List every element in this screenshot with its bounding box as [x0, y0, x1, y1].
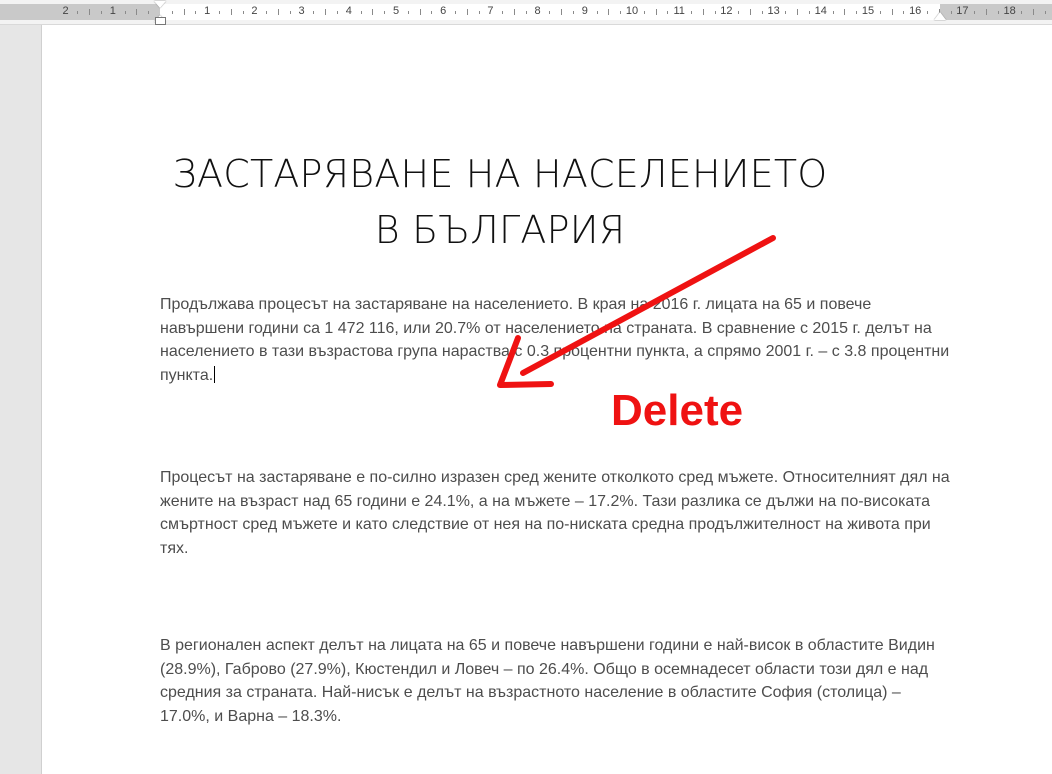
ruler-tick — [750, 9, 751, 15]
ruler-tick — [230, 9, 232, 15]
ruler-tick — [809, 11, 810, 14]
ruler-number: 1 — [204, 5, 211, 17]
ruler-tick — [525, 11, 527, 14]
ruler-tick — [431, 11, 433, 14]
ruler-tick — [337, 11, 338, 14]
ruler-tick — [89, 9, 91, 15]
ruler-tick — [325, 9, 327, 15]
ruler-tick — [856, 11, 858, 14]
ruler-tick — [608, 9, 610, 15]
ruler-tick — [844, 9, 846, 15]
ruler-tick — [313, 11, 315, 14]
ruler-number: 11 — [673, 5, 685, 17]
ruler-tick — [997, 11, 999, 14]
first-line-indent-marker[interactable] — [154, 1, 166, 8]
ruler-tick — [738, 11, 740, 14]
ruler-tick — [514, 9, 515, 15]
ruler-tick — [573, 11, 574, 14]
ruler-tick — [596, 11, 598, 14]
document-title[interactable]: ЗАСТАРЯВАНЕ НА НАСЕЛЕНИЕТО В БЪЛГАРИЯ — [160, 146, 840, 258]
ruler-tick — [195, 11, 197, 14]
ruler-number: 13 — [767, 5, 780, 17]
ruler-tick — [148, 11, 150, 14]
ruler-tick — [289, 11, 291, 14]
ruler-tick — [278, 9, 279, 15]
paragraph-2[interactable]: Процесът на застаряване е по-силно израз… — [160, 466, 950, 560]
paragraph-1-text: Продължава процесът на застаряване на на… — [160, 296, 950, 384]
right-indent-marker[interactable] — [934, 12, 946, 20]
ruler-tick — [1021, 11, 1023, 14]
ruler-tick — [667, 11, 669, 14]
ruler-tick — [384, 11, 386, 14]
ruler-number: 18 — [1003, 5, 1016, 17]
ruler-tick — [761, 11, 763, 14]
ruler-number: 12 — [720, 5, 733, 17]
ruler-number: 14 — [814, 5, 827, 17]
paragraph-3[interactable]: В регионален аспект делът на лицата на 6… — [160, 634, 950, 728]
text-cursor — [214, 365, 216, 383]
ruler-tick — [372, 9, 374, 15]
ruler-tick — [620, 11, 622, 14]
ruler-tick — [1045, 11, 1046, 14]
ruler-number: 10 — [625, 5, 639, 17]
ruler-number: 17 — [956, 5, 969, 17]
ruler-tick — [974, 11, 976, 14]
ruler-number: 5 — [392, 5, 400, 17]
ruler-number: 1 — [109, 5, 116, 17]
ruler-number: 7 — [487, 5, 494, 17]
ruler-tick — [124, 11, 126, 14]
horizontal-ruler[interactable]: 2 1 1 2 3 4 5 6 7 8 9 10 11 12 13 14 15 16 17 18 — [0, 0, 1052, 25]
ruler-tick — [702, 9, 704, 15]
ruler-tick — [691, 11, 692, 14]
ruler-tick — [455, 11, 456, 14]
ruler-tick — [714, 11, 716, 14]
ruler-tick — [549, 11, 551, 14]
ruler-tick — [1033, 9, 1035, 15]
ruler-tick — [986, 9, 987, 15]
ruler-tick — [797, 9, 799, 15]
ruler-tick — [219, 11, 220, 14]
ruler-tick — [561, 9, 563, 15]
ruler-tick — [643, 11, 645, 14]
ruler-tick — [655, 9, 657, 15]
left-indent-marker[interactable] — [155, 17, 166, 25]
ruler-tick — [903, 11, 905, 14]
ruler-tick — [466, 9, 468, 15]
ruler-number: 8 — [534, 5, 541, 17]
ruler-tick — [242, 11, 244, 14]
ruler-tick — [478, 11, 480, 14]
ruler-tick — [950, 11, 952, 14]
ruler-number: 15 — [861, 5, 875, 17]
ruler-tick — [266, 11, 268, 14]
ruler-tick — [502, 11, 504, 14]
ruler-tick — [785, 11, 787, 14]
ruler-tick — [101, 11, 102, 14]
delete-annotation-label: Delete — [611, 386, 744, 435]
ruler-number: 9 — [581, 5, 588, 17]
ruler-tick — [136, 9, 138, 15]
ruler-tick — [77, 11, 79, 14]
ruler-tick — [360, 11, 362, 14]
ruler-tick — [832, 11, 834, 14]
ruler-tick — [891, 9, 893, 15]
paragraph-1[interactable]: Продължава процесът на застаряване на на… — [160, 293, 950, 387]
ruler-number: 2 — [62, 5, 69, 17]
ruler-tick — [927, 11, 928, 14]
ruler-tick — [419, 9, 421, 15]
ruler-tick — [879, 11, 881, 14]
ruler-tick — [407, 11, 409, 14]
ruler-number: 3 — [298, 5, 305, 17]
ruler-tick — [171, 11, 173, 14]
ruler-number: 6 — [440, 5, 447, 17]
ruler-tick — [183, 9, 185, 15]
ruler-number: 16 — [909, 5, 922, 17]
ruler-number: 4 — [345, 5, 352, 17]
ruler-number: 2 — [251, 5, 258, 17]
